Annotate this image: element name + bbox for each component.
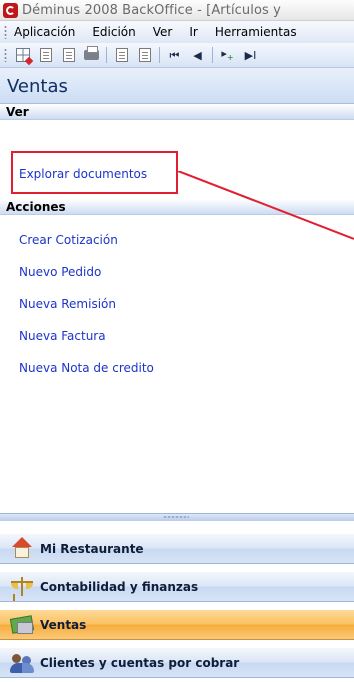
- panel-header: Ventas: [0, 68, 354, 104]
- copy-icon: [115, 48, 128, 62]
- menu-item-aplicacion[interactable]: Aplicación: [13, 24, 76, 40]
- print-preview-button[interactable]: [59, 46, 78, 64]
- section-header-ver[interactable]: Ver: [0, 104, 354, 120]
- annotation-arrow: [178, 171, 354, 240]
- grid-delete-button[interactable]: [13, 46, 32, 64]
- nav-contabilidad-y-finanzas[interactable]: Contabilidad y finanzas: [0, 572, 354, 602]
- toolbar-separator: [159, 47, 160, 63]
- nav-mi-restaurante[interactable]: Mi Restaurante: [0, 534, 354, 564]
- menu-item-herramientas[interactable]: Herramientas: [214, 24, 298, 40]
- toolbar-grip-icon[interactable]: [4, 48, 7, 62]
- document-lookup-icon: [39, 48, 52, 62]
- print-icon: [84, 46, 99, 60]
- copy-button[interactable]: [112, 46, 131, 64]
- document-lookup-button[interactable]: [36, 46, 55, 64]
- grid-delete-icon: [15, 48, 30, 62]
- section-title: Ver: [6, 105, 29, 119]
- scale-icon: [10, 575, 34, 599]
- menu-item-ver[interactable]: Ver: [152, 24, 174, 40]
- link-nuevo-pedido[interactable]: Nuevo Pedido: [19, 265, 101, 279]
- new-record-button[interactable]: ▸+: [218, 46, 237, 64]
- previous-record-icon: ◀: [193, 48, 202, 62]
- menu-item-edicion[interactable]: Edición: [91, 24, 136, 40]
- link-crear-cotizacion[interactable]: Crear Cotización: [19, 233, 118, 247]
- last-record-button[interactable]: ▶I: [241, 46, 260, 64]
- first-record-icon: ⏮: [169, 48, 180, 62]
- toolbar: ⏮ ◀ ▸+ ▶I: [0, 43, 354, 68]
- nav-label: Ventas: [40, 617, 87, 632]
- window-title: Déminus 2008 BackOffice - [Artículos y: [22, 2, 281, 18]
- nav-label: Mi Restaurante: [40, 541, 144, 556]
- annotation-highlight-box: [11, 151, 178, 194]
- new-record-icon: ▸+: [221, 46, 234, 63]
- link-nueva-remision[interactable]: Nueva Remisión: [19, 297, 116, 311]
- menu-grip-icon[interactable]: [4, 25, 7, 39]
- link-nueva-factura[interactable]: Nueva Factura: [19, 329, 106, 343]
- toolbar-separator: [106, 47, 107, 63]
- pane-splitter[interactable]: [0, 513, 354, 521]
- nav-ventas[interactable]: Ventas: [0, 610, 354, 640]
- paste-icon: [138, 48, 151, 62]
- print-button[interactable]: [82, 46, 101, 64]
- link-nueva-nota-de-credito[interactable]: Nueva Nota de credito: [19, 361, 154, 375]
- panel-title: Ventas: [7, 76, 68, 97]
- section-title: Acciones: [6, 200, 66, 214]
- title-bar: Déminus 2008 BackOffice - [Artículos y: [0, 0, 354, 21]
- nav-clientes-y-cuentas-por-cobrar[interactable]: Clientes y cuentas por cobrar: [0, 648, 354, 678]
- nav-label: Contabilidad y finanzas: [40, 579, 199, 594]
- nav-label: Clientes y cuentas por cobrar: [40, 655, 240, 670]
- menu-item-ir[interactable]: Ir: [188, 24, 198, 40]
- people-icon: [10, 651, 34, 675]
- previous-record-button[interactable]: ◀: [188, 46, 207, 64]
- print-preview-icon: [62, 48, 75, 62]
- money-icon: [10, 613, 34, 637]
- paste-button[interactable]: [135, 46, 154, 64]
- house-icon: [10, 536, 34, 561]
- first-record-button[interactable]: ⏮: [165, 46, 184, 64]
- toolbar-separator: [212, 47, 213, 63]
- menu-bar: Aplicación Edición Ver Ir Herramientas: [0, 21, 354, 43]
- app-logo-icon: [3, 2, 18, 18]
- last-record-icon: ▶I: [244, 48, 257, 62]
